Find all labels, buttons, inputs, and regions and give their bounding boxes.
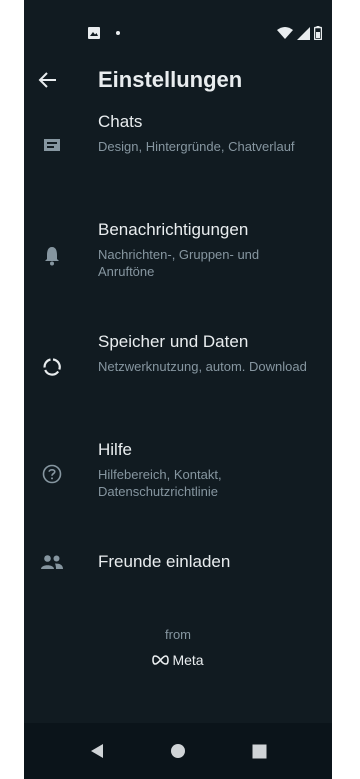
cell-signal-icon [297,26,310,40]
meta-infinity-icon [152,655,170,665]
settings-item-subtitle: Design, Hintergründe, Chatverlauf [98,139,295,154]
triangle-back-icon [91,744,103,758]
status-icons [277,25,322,41]
meta-logo: Meta [24,652,332,668]
settings-item-storage[interactable]: Speicher und Daten Netzwerknutzung, auto… [24,326,332,402]
meta-brand-label: Meta [172,652,204,668]
settings-item-help[interactable]: Hilfe Hilfebereich, Kontakt, Datenschutz… [24,434,332,510]
from-label: from [165,627,191,642]
settings-item-invite[interactable]: Freunde einladen [24,542,332,582]
nav-back-button[interactable] [86,740,108,762]
settings-item-title: Benachrichtigungen [98,220,249,239]
settings-item-title: Hilfe [98,440,133,459]
notification-dot-icon [116,31,120,35]
battery-icon [314,26,322,40]
settings-item-title: Speicher und Daten [98,332,249,351]
people-icon [40,550,64,574]
data-usage-icon [40,355,64,379]
status-bar [24,0,332,50]
settings-item-notifications[interactable]: Benachrichtigungen Nachrichten-, Gruppen… [24,216,332,292]
app-header: Einstellungen [24,50,332,110]
settings-item-subtitle: Hilfebereich, Kontakt, Datenschutzrichtl… [98,467,222,499]
square-recents-icon [252,744,266,758]
settings-item-subtitle: Nachrichten-, Gruppen- und Anruftöne [98,247,260,279]
help-icon [40,462,64,486]
nav-home-button[interactable] [167,740,189,762]
chat-icon [40,134,64,158]
settings-item-title: Freunde einladen [98,552,231,571]
phone-screen: Einstellungen Chats Design, Hintergründe… [24,0,332,779]
settings-item-chats[interactable]: Chats Design, Hintergründe, Chatverlauf [24,108,332,184]
settings-item-title: Chats [98,112,143,131]
circle-home-icon [171,744,185,758]
settings-item-subtitle: Netzwerknutzung, autom. Download [98,359,307,374]
back-button[interactable] [34,66,62,94]
arrow-left-icon [38,72,56,88]
page-title: Einstellungen [98,67,243,92]
image-notification-icon [88,27,100,39]
bell-icon [40,244,64,268]
system-nav-bar [24,723,332,779]
nav-recents-button[interactable] [248,740,270,762]
wifi-icon [277,26,293,39]
